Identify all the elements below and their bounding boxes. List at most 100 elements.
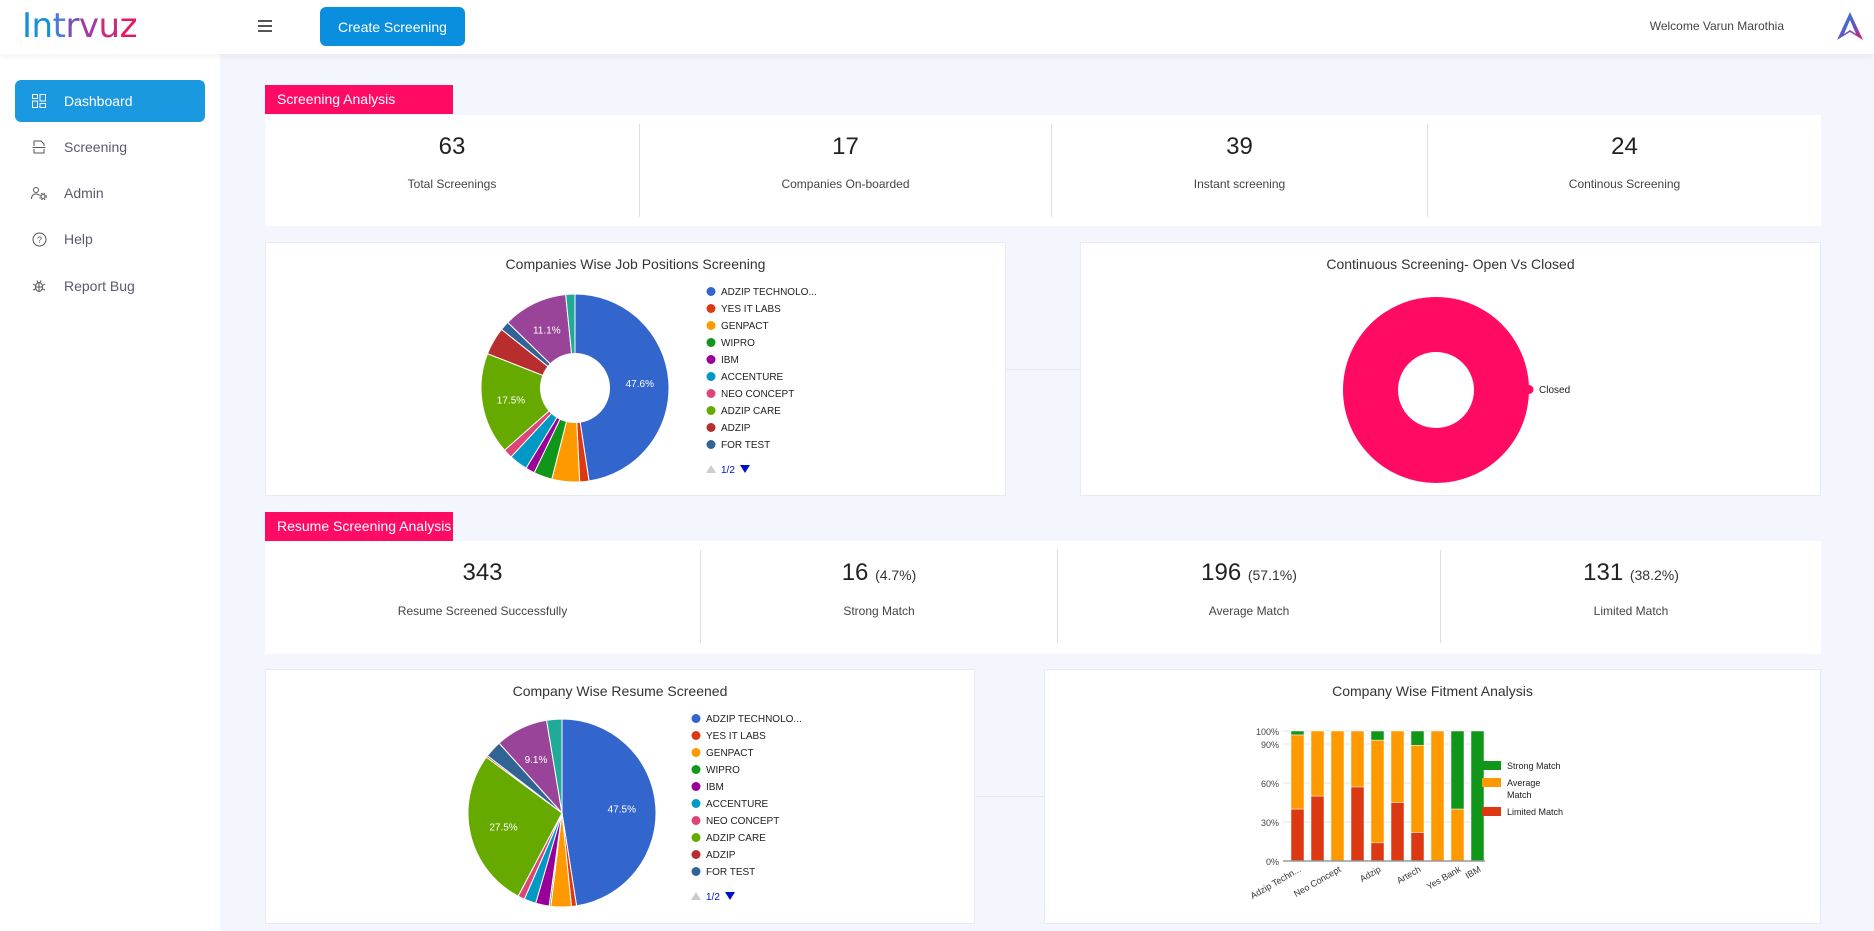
stat-resume-screened: 343 Resume Screened Successfully [265, 541, 700, 654]
bar-segment[interactable] [1390, 730, 1405, 803]
legend-item[interactable]: Average Match [1507, 778, 1540, 800]
logo-letter: n [31, 6, 54, 46]
intrvuz-logo[interactable]: Intrvuz [22, 6, 137, 46]
x-tick-label: IBM [1464, 864, 1483, 881]
bar-segment[interactable] [1430, 730, 1445, 862]
bar-segment[interactable] [1330, 730, 1345, 862]
company-fitment-stacked-bar: 0%30%60%90%100%Adzip Techn...Neo Concept… [1249, 727, 1563, 901]
bar-segment[interactable] [1370, 842, 1385, 862]
hamburger-icon[interactable] [255, 17, 275, 33]
legend-item[interactable]: IBM [721, 355, 739, 366]
stat-number: 16 [841, 559, 869, 586]
legend-item[interactable]: Limited Match [1507, 807, 1563, 817]
legend-page-indicator: 1/2 [721, 465, 735, 476]
bar-segment[interactable] [1290, 730, 1305, 736]
legend-item[interactable]: ACCENTURE [706, 799, 769, 810]
legend-item[interactable]: GENPACT [721, 321, 769, 332]
legend-item[interactable]: ADZIP CARE [706, 833, 766, 844]
sidebar-item-report-bug[interactable]: Report Bug [15, 265, 205, 307]
bar-segment[interactable] [1390, 802, 1405, 862]
stat-value: 343 [265, 559, 700, 587]
sidebar-item-screening[interactable]: Screening [15, 126, 205, 168]
bar-segment[interactable] [1450, 730, 1465, 810]
legend-item[interactable]: GENPACT [706, 748, 754, 759]
legend-item[interactable]: WIPRO [706, 765, 740, 776]
bar-segment[interactable] [1410, 745, 1425, 833]
bar-segment[interactable] [1470, 730, 1485, 862]
legend-item[interactable]: FOR TEST [706, 867, 755, 878]
legend-item[interactable]: ADZIP [721, 423, 751, 434]
legend-swatch [706, 321, 716, 330]
legend-next-page-icon[interactable] [725, 892, 735, 900]
stat-continuous-screening: 24 Continous Screening [1428, 115, 1821, 226]
x-tick-label: Artech [1395, 864, 1423, 886]
screening-icon [29, 137, 49, 157]
legend-item[interactable]: ADZIP [706, 850, 736, 861]
legend-swatch [706, 287, 716, 296]
bar-segment[interactable] [1370, 739, 1385, 844]
legend-item[interactable]: YES IT LABS [721, 304, 781, 315]
bar-segment[interactable] [1350, 786, 1365, 862]
help-icon: ? [29, 229, 49, 249]
create-screening-button[interactable]: Create Screening [320, 7, 465, 46]
legend-swatch [691, 731, 701, 740]
company-resume-screened-chart-card: Company Wise Resume Screened 47.5% 27.5% 9… [265, 669, 975, 924]
slice-data-label: 27.5% [489, 822, 517, 833]
legend-item[interactable]: YES IT LABS [706, 731, 766, 742]
legend-swatch [706, 423, 716, 432]
legend-item[interactable]: IBM [706, 782, 724, 793]
legend-item[interactable]: WIPRO [721, 338, 755, 349]
legend-next-page-icon[interactable] [740, 465, 750, 473]
legend-item[interactable]: ADZIP TECHNOLO... [706, 714, 802, 725]
y-tick-label: 100% [1256, 727, 1279, 737]
legend-swatch [691, 799, 701, 808]
bar-segment[interactable] [1310, 730, 1325, 797]
legend-item[interactable]: NEO CONCEPT [721, 389, 794, 400]
bar-segment[interactable] [1450, 808, 1465, 862]
bar-segment[interactable] [1350, 730, 1365, 788]
legend-item[interactable]: ADZIP CARE [721, 406, 781, 417]
legend-prev-page-icon[interactable] [691, 892, 701, 900]
svg-text:?: ? [36, 235, 41, 245]
stat-label: Average Match [1208, 604, 1290, 618]
sidebar: Dashboard Screening Admin ? Help Report … [0, 54, 220, 931]
sidebar-item-admin[interactable]: Admin [15, 172, 205, 214]
logo-letter: t [52, 6, 66, 46]
legend-swatch [691, 765, 701, 774]
legend-swatch [706, 355, 716, 364]
stat-label: Limited Match [1593, 604, 1669, 618]
logo-letter: u [98, 6, 121, 46]
legend-swatch [1482, 778, 1501, 787]
legend-page-indicator: 1/2 [706, 892, 720, 903]
logo-letter: I [22, 6, 32, 46]
legend-item[interactable]: FOR TEST [721, 440, 770, 451]
bar-segment[interactable] [1310, 795, 1325, 862]
legend-swatch [691, 816, 701, 825]
dashboard-icon [29, 91, 49, 111]
slice-data-label: 11.1% [533, 325, 561, 336]
bar-segment[interactable] [1290, 734, 1305, 810]
stat-percent: (57.1%) [1247, 567, 1297, 583]
triangle-logo-icon[interactable] [1836, 11, 1864, 41]
bar-segment[interactable] [1370, 730, 1385, 741]
stat-label: Continous Screening [1568, 177, 1681, 191]
legend-item[interactable]: Strong Match [1507, 761, 1561, 771]
legend-item[interactable]: ADZIP TECHNOLO... [721, 287, 817, 298]
sidebar-item-help[interactable]: ? Help [15, 218, 205, 260]
bar-segment[interactable] [1410, 832, 1425, 862]
legend-item[interactable]: NEO CONCEPT [706, 816, 779, 827]
legend-item[interactable]: ACCENTURE [721, 372, 784, 383]
bar-segment[interactable] [1410, 730, 1425, 746]
stat-label: Resume Screened Successfully [397, 604, 568, 618]
continuous-open-closed-chart-card: Continuous Screening- Open Vs Closed Clo… [1080, 242, 1821, 496]
sidebar-item-dashboard[interactable]: Dashboard [15, 80, 205, 122]
sidebar-item-label: Report Bug [64, 278, 135, 294]
legend-swatch [706, 338, 716, 347]
legend-item[interactable]: Closed [1539, 385, 1570, 396]
stat-instant-screening: 39 Instant screening [1052, 115, 1427, 226]
bar-segment[interactable] [1290, 808, 1305, 862]
legend-swatch [706, 372, 716, 381]
slice-data-label: 47.5% [608, 804, 636, 815]
stat-number: 131 [1583, 559, 1624, 586]
legend-prev-page-icon[interactable] [706, 465, 716, 473]
